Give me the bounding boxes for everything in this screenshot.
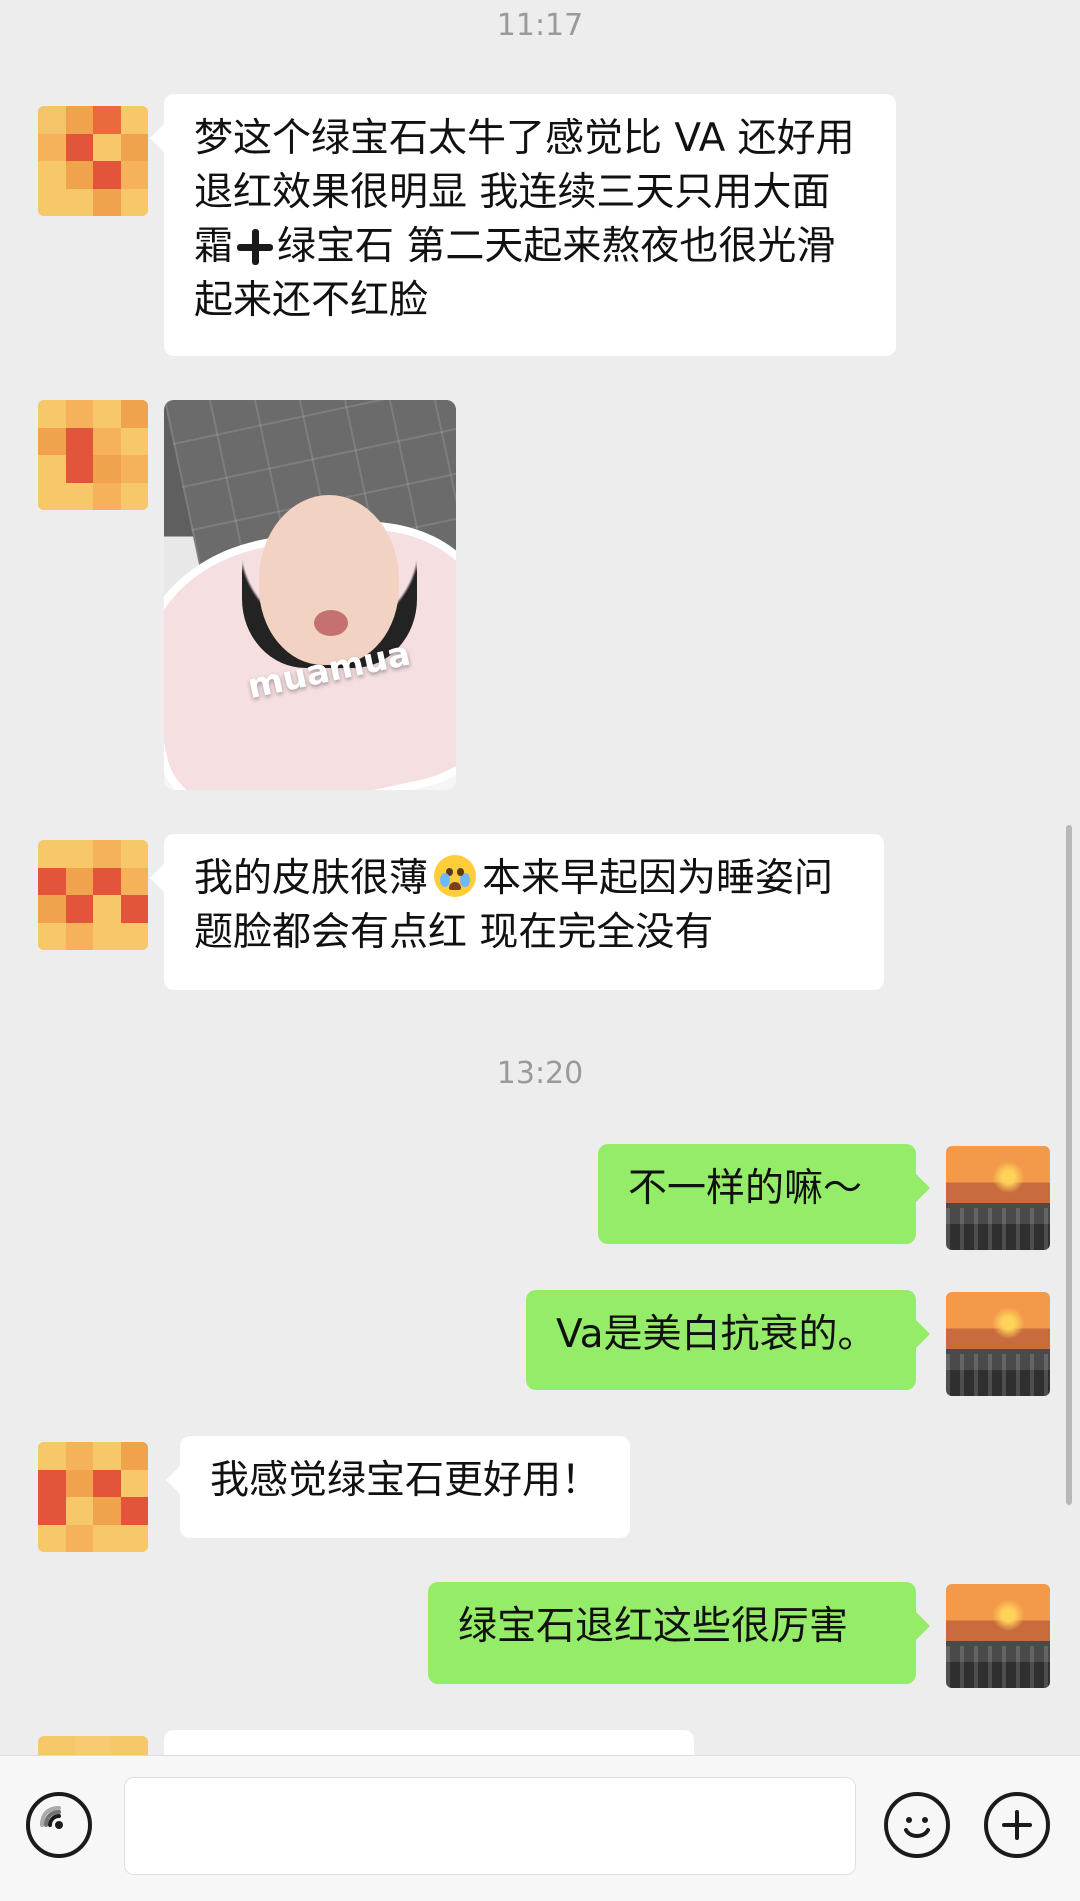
message-bubble-incoming[interactable] — [164, 1730, 694, 1755]
plus-button[interactable] — [984, 1792, 1050, 1858]
voice-button[interactable] — [26, 1792, 92, 1858]
crying-face-emoji — [434, 855, 477, 897]
message-input[interactable] — [124, 1777, 856, 1875]
tear-icon — [460, 873, 471, 887]
message-text: 不一样的嘛～ — [628, 1166, 863, 1211]
contact-avatar[interactable] — [38, 840, 148, 950]
my-avatar[interactable] — [946, 1584, 1050, 1688]
message-bubble-outgoing[interactable]: 绿宝石退红这些很厉害 — [428, 1582, 930, 1684]
message-bubble-incoming[interactable]: 我感觉绿宝石更好用！ — [166, 1436, 630, 1538]
contact-avatar[interactable] — [38, 1736, 148, 1755]
sticker-image[interactable] — [164, 400, 456, 790]
message-bubble-outgoing[interactable]: Va是美白抗衰的。 — [526, 1290, 930, 1390]
message-text: 绿宝石 第二天起来熬夜也很光滑 起来还不红脸 — [194, 224, 836, 323]
contact-avatar[interactable] — [38, 400, 148, 510]
plus-icon — [1002, 1810, 1032, 1840]
message-bubble-outgoing[interactable]: 不一样的嘛～ — [598, 1144, 930, 1244]
emoji-button[interactable] — [884, 1792, 950, 1858]
message-text: Va是美白抗衰的。 — [556, 1312, 877, 1357]
emoji-icon — [904, 1817, 930, 1838]
sticker-face — [259, 495, 399, 665]
timestamp: 13:20 — [496, 1056, 584, 1091]
message-bubble-incoming[interactable]: 我的皮肤很薄 本来早起因为睡姿问题脸都会有点红 现在完全没有 — [150, 834, 884, 990]
chat-area[interactable]: 11:17 梦这个绿宝石太牛了感觉比 VA 还好用 退红效果很明显 我连续三天只… — [0, 0, 1080, 1755]
my-avatar[interactable] — [946, 1146, 1050, 1250]
avatar-pixel-pattern — [38, 106, 148, 216]
heavy-plus-sign-icon — [237, 229, 274, 265]
contact-avatar[interactable] — [38, 1442, 148, 1552]
voice-icon — [40, 1806, 63, 1829]
chat-scrollbar[interactable] — [1066, 825, 1072, 1505]
my-avatar[interactable] — [946, 1292, 1050, 1396]
message-text: 我的皮肤很薄 — [194, 856, 429, 901]
avatar-pixel-pattern — [38, 840, 148, 950]
contact-avatar[interactable] — [38, 106, 148, 216]
timestamp: 11:17 — [496, 8, 584, 43]
message-text: 我感觉绿宝石更好用！ — [210, 1458, 601, 1503]
mouth-icon — [449, 882, 462, 890]
message-text: 绿宝石退红这些很厉害 — [458, 1604, 849, 1649]
sticker-lips — [314, 610, 348, 636]
message-bubble-incoming[interactable]: 梦这个绿宝石太牛了感觉比 VA 还好用 退红效果很明显 我连续三天只用大面霜 绿宝… — [150, 94, 896, 356]
avatar-pixel-pattern — [38, 400, 148, 510]
avatar-pixel-pattern — [38, 1442, 148, 1552]
